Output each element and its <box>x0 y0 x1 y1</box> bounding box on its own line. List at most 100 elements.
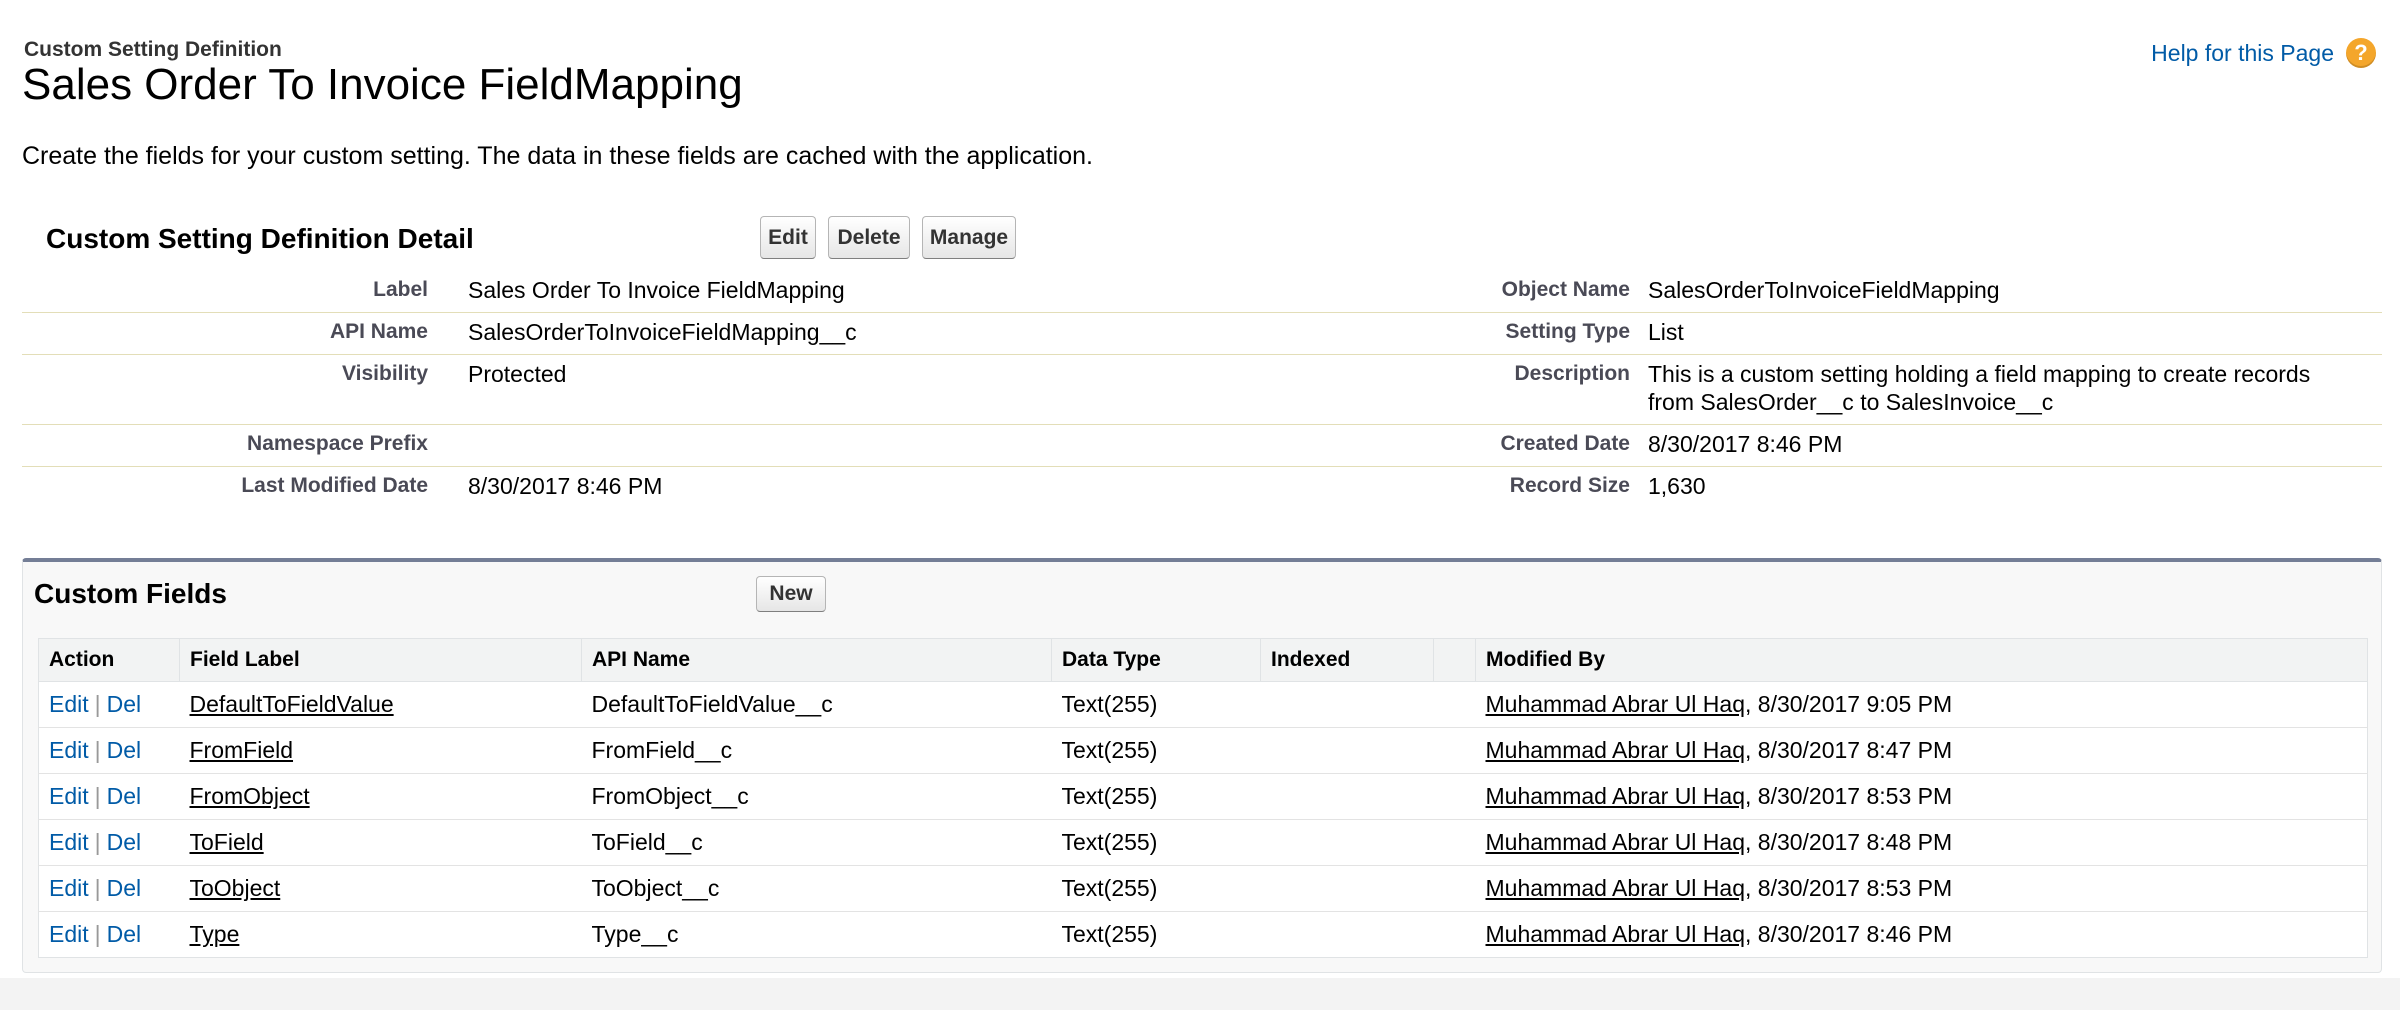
description-label: Description <box>1514 362 1630 385</box>
modified-date: , 8/30/2017 8:46 PM <box>1745 921 1953 947</box>
table-row: Edit | Del Type Type__c Text(255) Muhammad Abr… <box>39 912 2368 958</box>
custom-fields-table: Action Field Label API Name Data Type In… <box>38 638 2368 958</box>
blank-cell <box>1433 681 1476 728</box>
indexed-cell <box>1260 819 1434 866</box>
indexed-cell <box>1260 681 1434 728</box>
visibility-value: Protected <box>468 361 567 387</box>
action-separator: | <box>94 875 101 901</box>
created-date-label: Created Date <box>1500 432 1630 455</box>
row-actions: Edit | Del <box>38 727 180 774</box>
action-separator: | <box>94 829 101 855</box>
modified-by-user-link[interactable]: Muhammad Abrar Ul Haq <box>1486 875 1746 901</box>
detail-row: Visibility Protected Description This is… <box>22 354 2382 425</box>
api-name-cell: FromField__c <box>581 727 1052 774</box>
modified-by-user-link[interactable]: Muhammad Abrar Ul Haq <box>1486 783 1746 809</box>
api-name-cell: FromObject__c <box>581 773 1052 820</box>
edit-link[interactable]: Edit <box>49 875 89 901</box>
modified-date: , 8/30/2017 8:53 PM <box>1745 783 1953 809</box>
table-row: Edit | Del DefaultToFieldValue DefaultToFiel… <box>38 681 2368 728</box>
indexed-cell <box>1261 912 1434 958</box>
del-link[interactable]: Del <box>107 691 142 717</box>
del-link[interactable]: Del <box>107 737 142 763</box>
del-link[interactable]: Del <box>107 875 142 901</box>
delete-button[interactable]: Delete <box>828 216 910 259</box>
indexed-cell <box>1260 773 1434 820</box>
manage-button[interactable]: Manage <box>922 216 1016 259</box>
field-label-link[interactable]: ToField <box>190 829 264 855</box>
column-header-modified-by[interactable]: Modified By <box>1475 638 2368 682</box>
detail-row: Namespace Prefix Created Date 8/30/2017 … <box>22 424 2382 467</box>
row-actions: Edit | Del <box>39 912 180 958</box>
del-link[interactable]: Del <box>107 829 142 855</box>
row-actions: Edit | Del <box>38 819 180 866</box>
modified-date: , 8/30/2017 9:05 PM <box>1745 691 1953 717</box>
field-label-link[interactable]: DefaultToFieldValue <box>190 691 394 717</box>
table-header-row: Action Field Label API Name Data Type In… <box>38 638 2368 682</box>
new-field-button[interactable]: New <box>756 576 826 612</box>
data-type-cell: Text(255) <box>1051 819 1261 866</box>
modified-by-cell: Muhammad Abrar Ul Haq, 8/30/2017 8:53 PM <box>1475 865 2368 912</box>
namespace-prefix-label: Namespace Prefix <box>247 432 428 455</box>
modified-date: , 8/30/2017 8:47 PM <box>1745 737 1953 763</box>
detail-section-title: Custom Setting Definition Detail <box>46 223 474 254</box>
edit-link[interactable]: Edit <box>49 783 89 809</box>
detail-row: Last Modified Date 8/30/2017 8:46 PM Rec… <box>22 466 2382 508</box>
page-description: Create the fields for your custom settin… <box>22 142 1093 170</box>
column-header-api-name[interactable]: API Name <box>581 638 1052 682</box>
page-title: Sales Order To Invoice FieldMapping <box>22 60 743 109</box>
indexed-cell <box>1260 865 1434 912</box>
edit-link[interactable]: Edit <box>49 829 89 855</box>
field-label-cell: ToField <box>179 819 582 866</box>
detail-row: API Name SalesOrderToInvoiceFieldMapping… <box>22 312 2382 355</box>
data-type-cell: Text(255) <box>1051 773 1261 820</box>
data-type-cell: Text(255) <box>1051 865 1261 912</box>
column-header-indexed[interactable]: Indexed <box>1260 638 1434 682</box>
del-link[interactable]: Del <box>107 921 142 947</box>
column-header-field-label[interactable]: Field Label <box>179 638 582 682</box>
field-label-cell: FromObject <box>179 773 582 820</box>
api-name-value: SalesOrderToInvoiceFieldMapping__c <box>468 319 857 345</box>
modified-by-user-link[interactable]: Muhammad Abrar Ul Haq <box>1486 921 1746 947</box>
record-size-label: Record Size <box>1509 474 1630 497</box>
table-row: Edit | Del ToField ToField__c Text(255) Muhamm… <box>38 819 2368 866</box>
help-area: Help for this Page ? <box>2151 38 2376 68</box>
api-name-cell: ToObject__c <box>581 865 1052 912</box>
table-row: Edit | Del FromField FromField__c Text(255) Mu… <box>38 727 2368 774</box>
object-name-label: Object Name <box>1501 278 1630 301</box>
field-label-link[interactable]: Type <box>190 921 240 947</box>
description-value-line-1: This is a custom setting holding a field… <box>1648 361 2311 387</box>
data-type-cell: Text(255) <box>1051 727 1261 774</box>
modified-by-user-link[interactable]: Muhammad Abrar Ul Haq <box>1486 829 1746 855</box>
description-value-line-2: from SalesOrder__c to SalesInvoice__c <box>1648 389 2054 415</box>
edit-button[interactable]: Edit <box>760 216 816 259</box>
del-link[interactable]: Del <box>107 783 142 809</box>
modified-by-cell: Muhammad Abrar Ul Haq, 8/30/2017 8:46 PM <box>1476 912 2368 958</box>
data-type-cell: Text(255) <box>1051 681 1261 728</box>
field-label-link[interactable]: FromField <box>190 737 294 763</box>
modified-by-user-link[interactable]: Muhammad Abrar Ul Haq <box>1486 737 1746 763</box>
edit-link[interactable]: Edit <box>49 921 89 947</box>
column-header-action: Action <box>38 638 180 682</box>
edit-link[interactable]: Edit <box>49 737 89 763</box>
column-header-blank <box>1433 638 1476 682</box>
object-name-value: SalesOrderToInvoiceFieldMapping <box>1648 277 2000 303</box>
data-type-cell: Text(255) <box>1061 921 1158 947</box>
edit-link[interactable]: Edit <box>49 691 89 717</box>
field-label-cell: DefaultToFieldValue <box>179 681 582 728</box>
label-value: Sales Order To Invoice FieldMapping <box>468 277 845 303</box>
page-bottom-bar <box>0 978 2400 1010</box>
help-icon[interactable]: ? <box>2346 38 2376 68</box>
action-separator: | <box>94 783 101 809</box>
help-link[interactable]: Help for this Page <box>2151 40 2334 67</box>
row-actions: Edit | Del <box>38 681 180 728</box>
action-separator: | <box>94 737 101 763</box>
modified-by-user-link[interactable]: Muhammad Abrar Ul Haq <box>1486 691 1746 717</box>
field-label-cell: ToObject <box>179 865 582 912</box>
table-row: Edit | Del ToObject ToObject__c Text(255) Muha… <box>38 865 2368 912</box>
setting-type-label: Setting Type <box>1505 320 1630 343</box>
column-header-data-type[interactable]: Data Type <box>1051 638 1261 682</box>
field-label-link[interactable]: FromObject <box>190 783 310 809</box>
created-date-value: 8/30/2017 8:46 PM <box>1648 431 1843 457</box>
modified-by-cell: Muhammad Abrar Ul Haq, 8/30/2017 8:47 PM <box>1475 727 2368 774</box>
field-label-link[interactable]: ToObject <box>190 875 281 901</box>
